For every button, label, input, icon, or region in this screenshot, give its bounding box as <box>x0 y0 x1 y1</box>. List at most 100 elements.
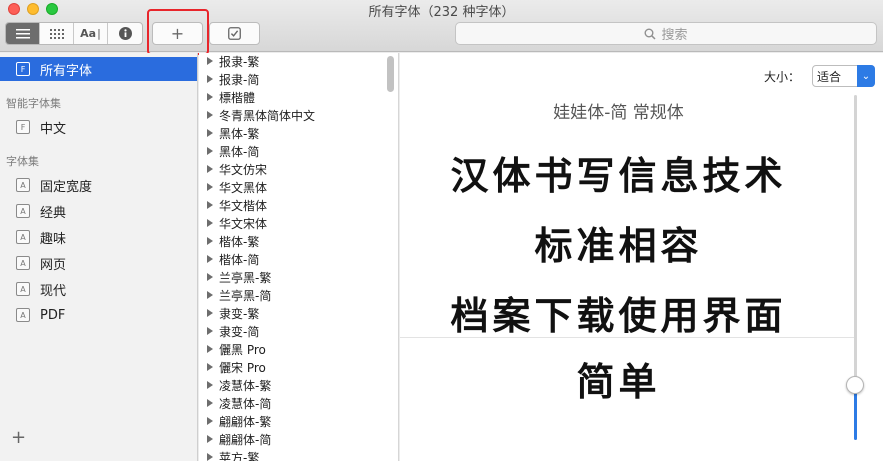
disclosure-triangle-icon[interactable] <box>207 291 213 299</box>
disclosure-triangle-icon[interactable] <box>207 201 213 209</box>
disclosure-triangle-icon[interactable] <box>207 435 213 443</box>
collections-header: 字体集 <box>6 155 39 168</box>
size-select-value: 适合 <box>817 69 842 84</box>
sidebar-item-fun[interactable]: A 趣味 <box>0 225 197 249</box>
disclosure-triangle-icon[interactable] <box>207 327 213 335</box>
font-family-row[interactable]: 华文楷体 <box>199 196 267 214</box>
info-view-button[interactable] <box>108 23 142 44</box>
sidebar-item-fixed-width[interactable]: A 固定宽度 <box>0 173 197 197</box>
font-family-name: 凌慧体-繁 <box>219 378 272 393</box>
font-family-row[interactable]: 凌慧体-繁 <box>199 376 271 394</box>
sidebar-item-classic[interactable]: A 经典 <box>0 199 197 223</box>
disclosure-triangle-icon[interactable] <box>207 381 213 389</box>
highlight-annotation-box <box>147 9 209 55</box>
font-family-row[interactable]: 黑体-简 <box>199 142 259 160</box>
font-family-row[interactable]: 兰亭黑-繁 <box>199 268 271 286</box>
font-family-list: 报隶-繁 报隶-简標楷體 冬青黑体简体中文黑体-繁黑体-简 华文仿宋 华文黑体 华文楷体华… <box>199 53 399 461</box>
font-family-row[interactable]: 隶变-繁 <box>199 304 259 322</box>
font-family-name: 隶变-简 <box>219 324 260 339</box>
disclosure-triangle-icon[interactable] <box>207 237 213 245</box>
search-field[interactable]: 搜索 <box>455 22 877 45</box>
sidebar-item-pdf[interactable]: A PDF <box>0 303 197 327</box>
grid-view-button[interactable] <box>40 23 74 44</box>
font-family-name: 隶变-繁 <box>219 306 260 321</box>
window-title: 所有字体（232 种字体） <box>368 5 515 20</box>
font-family-row[interactable]: 华文宋体 <box>199 214 267 232</box>
font-family-name: 华文宋体 <box>219 216 268 231</box>
search-icon <box>644 28 657 40</box>
disclosure-triangle-icon[interactable] <box>207 363 213 371</box>
font-family-name: 凌慧体-简 <box>219 396 272 411</box>
font-family-name: 兰亭黑-简 <box>219 288 272 303</box>
disclosure-triangle-icon[interactable] <box>207 345 213 353</box>
font-family-name: 楷体-繁 <box>219 234 260 249</box>
font-family-row[interactable]: 標楷體 <box>199 88 255 106</box>
font-family-row[interactable]: 黑体-繁 <box>199 124 259 142</box>
disclosure-triangle-icon[interactable] <box>207 219 213 227</box>
sidebar-item-label: 经典 <box>40 205 67 221</box>
font-family-row[interactable]: 隶变-简 <box>199 322 259 340</box>
font-list-scrollbar[interactable] <box>387 56 394 92</box>
grid-icon <box>49 28 64 39</box>
smart-collections-header: 智能字体集 <box>6 97 61 110</box>
font-family-row[interactable]: 兰亭黑-简 <box>199 286 271 304</box>
font-family-row[interactable]: 华文仿宋 <box>199 160 267 178</box>
sidebar-item-label: 所有字体 <box>40 63 93 79</box>
preview-divider <box>400 337 854 338</box>
disclosure-triangle-icon[interactable] <box>207 75 213 83</box>
font-family-name: 楷体-简 <box>219 252 260 267</box>
font-family-row[interactable]: 翩翩体-简 <box>199 430 271 448</box>
font-family-row[interactable]: 儷宋 Pro <box>199 358 266 376</box>
info-icon <box>118 27 132 40</box>
sidebar-item-chinese[interactable]: F 中文 <box>0 115 197 139</box>
disclosure-triangle-icon[interactable] <box>207 399 213 407</box>
size-select[interactable]: 适合 ⌄ <box>812 65 875 87</box>
sidebar-item-label: 现代 <box>40 283 67 299</box>
disclosure-triangle-icon[interactable] <box>207 183 213 191</box>
sidebar-item-modern[interactable]: A 现代 <box>0 277 197 301</box>
disclosure-triangle-icon[interactable] <box>207 111 213 119</box>
font-family-name: 儷宋 Pro <box>219 360 266 375</box>
font-family-name: 苹方-繁 <box>219 450 260 461</box>
font-family-row[interactable]: 华文黑体 <box>199 178 267 196</box>
font-family-name: 兰亭黑-繁 <box>219 270 272 285</box>
disclosure-triangle-icon[interactable] <box>207 129 213 137</box>
disclosure-triangle-icon[interactable] <box>207 165 213 173</box>
font-family-row[interactable]: 楷体-繁 <box>199 232 259 250</box>
sidebar-item-label: 固定宽度 <box>40 179 93 195</box>
disclosure-triangle-icon[interactable] <box>207 309 213 317</box>
collection-icon: A <box>16 204 30 218</box>
disclosure-triangle-icon[interactable] <box>207 57 213 65</box>
list-view-button[interactable] <box>6 23 40 44</box>
font-family-row[interactable]: 苹方-繁 <box>199 448 259 461</box>
sample-view-button[interactable]: Aa | <box>74 23 108 44</box>
disclosure-triangle-icon[interactable] <box>207 417 213 425</box>
disclosure-triangle-icon[interactable] <box>207 273 213 281</box>
cursor-bar-icon: | <box>97 27 101 40</box>
validate-font-button[interactable] <box>209 22 260 45</box>
smart-collection-icon: F <box>16 120 30 134</box>
disclosure-triangle-icon[interactable] <box>207 93 213 101</box>
add-collection-button[interactable]: + <box>11 429 26 447</box>
font-family-row[interactable]: 报隶-简 <box>199 70 259 88</box>
font-family-row[interactable]: 翩翩体-繁 <box>199 412 271 430</box>
disclosure-triangle-icon[interactable] <box>207 453 213 461</box>
font-family-name: 儷黑 Pro <box>219 342 266 357</box>
collection-icon: A <box>16 178 30 192</box>
sidebar-item-all-fonts[interactable]: F 所有字体 <box>0 57 197 81</box>
sidebar-item-web[interactable]: A 网页 <box>0 251 197 275</box>
preview-sample-line: 标准相容 <box>534 224 703 268</box>
font-family-name: 黑体-简 <box>219 144 260 159</box>
font-family-row[interactable]: 楷体-简 <box>199 250 259 268</box>
font-family-row[interactable]: 儷黑 Pro <box>199 340 266 358</box>
font-family-name: 標楷體 <box>219 90 256 105</box>
size-slider-knob[interactable] <box>846 375 864 394</box>
font-family-row[interactable]: 冬青黑体简体中文 <box>199 106 315 124</box>
disclosure-triangle-icon[interactable] <box>207 255 213 263</box>
font-family-name: 黑体-繁 <box>219 126 260 141</box>
font-family-row[interactable]: 凌慧体-简 <box>199 394 271 412</box>
search-placeholder: 搜索 <box>661 28 688 43</box>
font-family-row[interactable]: 报隶-繁 <box>199 53 259 70</box>
font-family-name: 报隶-繁 <box>219 54 260 69</box>
disclosure-triangle-icon[interactable] <box>207 147 213 155</box>
